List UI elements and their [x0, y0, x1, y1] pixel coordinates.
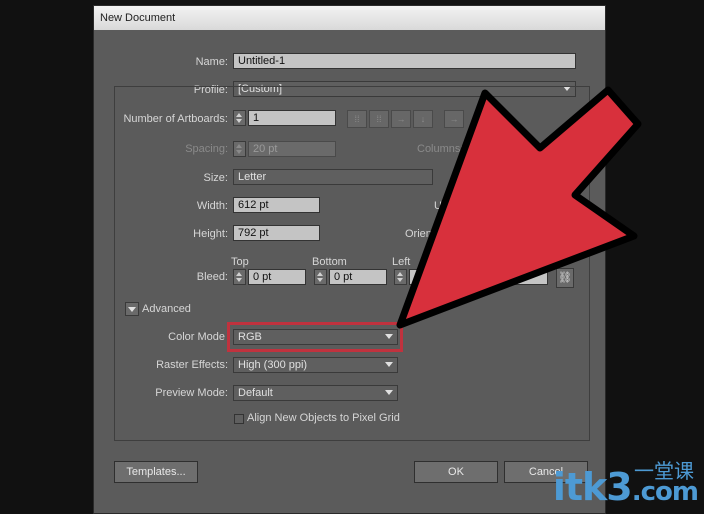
watermark-chinese: 一堂课 [634, 459, 694, 483]
arrow-annotation [396, 86, 642, 329]
watermark-text: itk3 [552, 465, 633, 509]
red-arrow-shape [396, 86, 642, 329]
